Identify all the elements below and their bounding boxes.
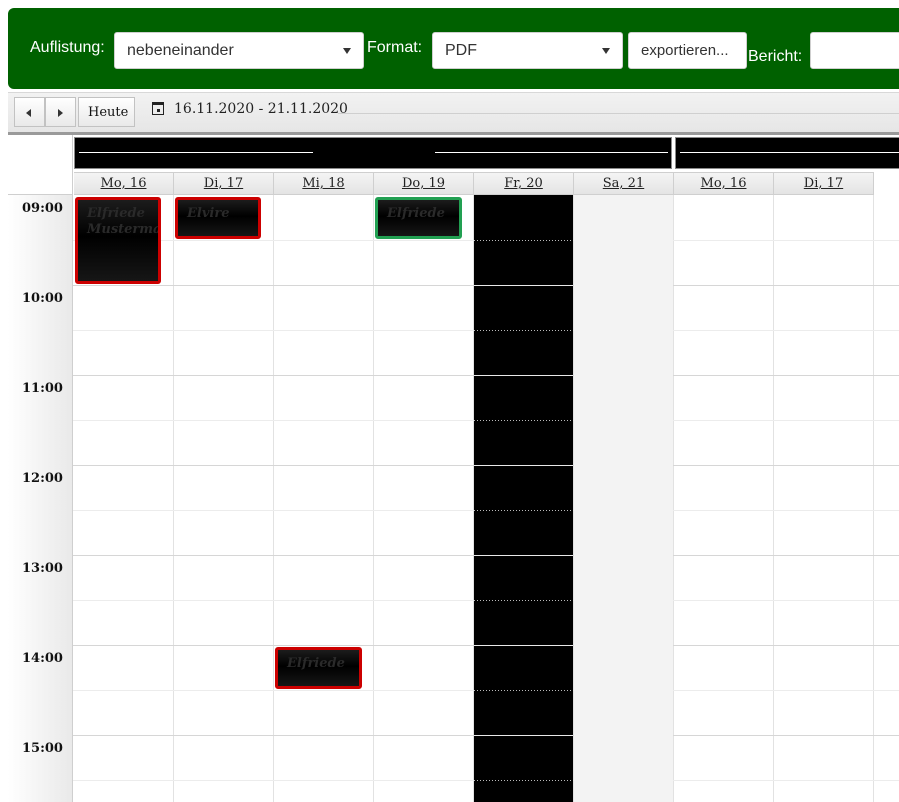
- divider: [79, 152, 313, 153]
- time-label: 11:00: [22, 381, 63, 396]
- day-column[interactable]: [774, 195, 874, 802]
- triangle-right-icon: [58, 109, 63, 117]
- grid-line: [474, 465, 573, 466]
- time-label: 12:00: [22, 471, 63, 486]
- grid-line: [474, 240, 573, 241]
- time-label: 14:00: [22, 651, 63, 666]
- appointment-title: Elfriede Musterma: [87, 206, 161, 237]
- today-button-label: Heute: [88, 105, 129, 120]
- time-label: 13:00: [22, 561, 63, 576]
- day-column[interactable]: [674, 195, 774, 802]
- listing-select-value: nebeneinander: [127, 42, 234, 59]
- divider: [8, 132, 899, 135]
- blocked-day-column: [474, 195, 573, 802]
- calendar-navigation: Heute 16.11.2020 - 21.11.2020: [8, 92, 899, 132]
- format-label: Format:: [367, 39, 423, 56]
- format-select[interactable]: PDF: [432, 32, 623, 69]
- previous-button[interactable]: [14, 97, 45, 127]
- grid-line: [474, 555, 573, 556]
- day-header[interactable]: Di, 17: [174, 172, 274, 195]
- time-label: 09:00: [22, 201, 63, 216]
- listing-select[interactable]: nebeneinander: [114, 32, 364, 69]
- grid-line: [474, 285, 573, 286]
- day-column[interactable]: [174, 195, 274, 802]
- day-header[interactable]: Fr, 20: [474, 172, 574, 195]
- day-header[interactable]: Mo, 16: [74, 172, 174, 195]
- appointment[interactable]: Elfriede: [375, 197, 462, 239]
- time-gutter: [8, 135, 73, 802]
- weekend-column: [574, 195, 673, 802]
- export-button[interactable]: exportieren...: [628, 32, 747, 69]
- triangle-left-icon: [26, 109, 31, 117]
- divider: [680, 152, 899, 153]
- grid-line: [474, 690, 573, 691]
- grid-line: [474, 420, 573, 421]
- resource-header-bar[interactable]: [675, 137, 899, 169]
- appointment[interactable]: Elvire: [175, 197, 261, 239]
- grid-line: [474, 375, 573, 376]
- day-column[interactable]: [274, 195, 374, 802]
- export-button-label: exportieren...: [641, 42, 729, 59]
- date-range-text: 16.11.2020 - 21.11.2020: [174, 101, 348, 117]
- appointment-title: Elfriede: [287, 656, 345, 671]
- resource-header-bar[interactable]: [74, 137, 672, 169]
- day-column[interactable]: [74, 195, 174, 802]
- today-button[interactable]: Heute: [78, 97, 135, 127]
- grid-line: [474, 780, 573, 781]
- chevron-down-icon: [343, 48, 351, 54]
- next-button[interactable]: [45, 97, 76, 127]
- grid-line: [474, 510, 573, 511]
- calendar-icon: [152, 102, 164, 115]
- listing-label: Auflistung:: [30, 39, 105, 56]
- appointment[interactable]: Elfriede Musterma: [75, 197, 161, 284]
- time-label: 15:00: [22, 741, 63, 756]
- day-column[interactable]: [374, 195, 474, 802]
- appointment[interactable]: Elfriede: [275, 647, 362, 689]
- toolbar: Auflistung: nebeneinander Format: PDF ex…: [8, 8, 899, 89]
- grid-line: [474, 330, 573, 331]
- appointment-title: Elvire: [187, 206, 230, 221]
- time-label: 10:00: [22, 291, 63, 306]
- day-header[interactable]: Sa, 21: [574, 172, 674, 195]
- appointment-title: Elfriede: [387, 206, 445, 221]
- time-gutter-header: [8, 135, 73, 195]
- format-select-value: PDF: [445, 42, 477, 59]
- report-select[interactable]: [810, 32, 899, 69]
- day-header[interactable]: Mo, 16: [674, 172, 774, 195]
- day-header[interactable]: Mi, 18: [274, 172, 374, 195]
- grid-line: [474, 735, 573, 736]
- divider: [338, 113, 899, 114]
- grid-line: [474, 645, 573, 646]
- day-header[interactable]: Do, 19: [374, 172, 474, 195]
- divider: [435, 152, 668, 153]
- grid-line: [474, 600, 573, 601]
- report-label: Bericht:: [748, 48, 803, 65]
- chevron-down-icon: [602, 48, 610, 54]
- day-header[interactable]: Di, 17: [774, 172, 874, 195]
